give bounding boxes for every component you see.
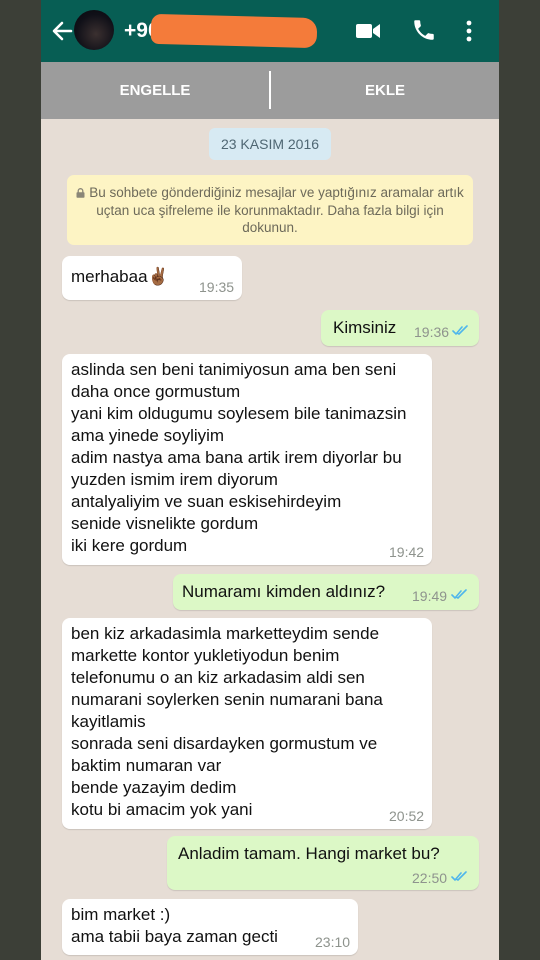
read-receipt-icon [452,325,468,336]
message-time: 22:50 [412,870,448,886]
message-time: 19:49 [412,588,448,604]
message-text: bim market :) ama tabii baya zaman gecti [71,905,278,946]
unknown-contact-actions: ENGELLE EKLE [41,62,499,119]
message-text: merhabaa✌🏾 [71,267,169,286]
message-text: aslinda sen beni tanimiyosun ama ben sen… [71,360,407,555]
message-text: Anladim tamam. Hangi market bu? [178,844,440,863]
message-bubble-outgoing[interactable]: Numaramı kimden aldınız? 19:49 [173,574,479,610]
block-button[interactable]: ENGELLE [41,62,269,119]
lock-icon [76,188,85,198]
message-text: ben kiz arkadasimla marketteydim sende m… [71,624,383,819]
message-text: Numaramı kimden aldınız? [182,582,386,601]
message-time: 19:35 [199,279,235,295]
message-bubble-incoming[interactable]: bim market :) ama tabii baya zaman gecti… [62,899,358,955]
date-chip: 23 KASIM 2016 [209,128,331,160]
message-time: 19:36 [414,324,450,340]
message-bubble-incoming[interactable]: merhabaa✌🏾 19:35 [62,256,242,300]
read-receipt-icon [451,871,467,882]
message-time: 20:52 [389,808,425,824]
message-bubble-outgoing[interactable]: Anladim tamam. Hangi market bu? 22:50 [167,836,479,890]
encryption-notice[interactable]: Bu sohbete gönderdiğiniz mesajlar ve yap… [67,175,473,245]
phone-icon[interactable] [411,17,437,43]
read-receipt-icon [451,589,467,600]
chat-screen: +90 ENGELLE EKLE 23 KASIM 2016 Bu sohbet… [41,0,499,960]
add-contact-button[interactable]: EKLE [271,62,499,119]
more-vert-icon[interactable] [465,19,473,43]
arrow-left-icon[interactable] [49,17,75,45]
message-bubble-incoming[interactable]: aslinda sen beni tanimiyosun ama ben sen… [62,354,432,565]
app-bar: +90 [41,0,499,62]
redaction-mark [150,13,318,49]
message-time: 23:10 [315,934,351,950]
avatar[interactable] [74,10,114,50]
message-time: 19:42 [389,544,425,560]
message-text: Kimsiniz [333,318,397,337]
message-bubble-outgoing[interactable]: Kimsiniz 19:36 [321,310,479,346]
encryption-notice-text: Bu sohbete gönderdiğiniz mesajlar ve yap… [89,185,464,235]
message-bubble-incoming[interactable]: ben kiz arkadasimla marketteydim sende m… [62,618,432,829]
video-call-icon[interactable] [355,20,381,42]
